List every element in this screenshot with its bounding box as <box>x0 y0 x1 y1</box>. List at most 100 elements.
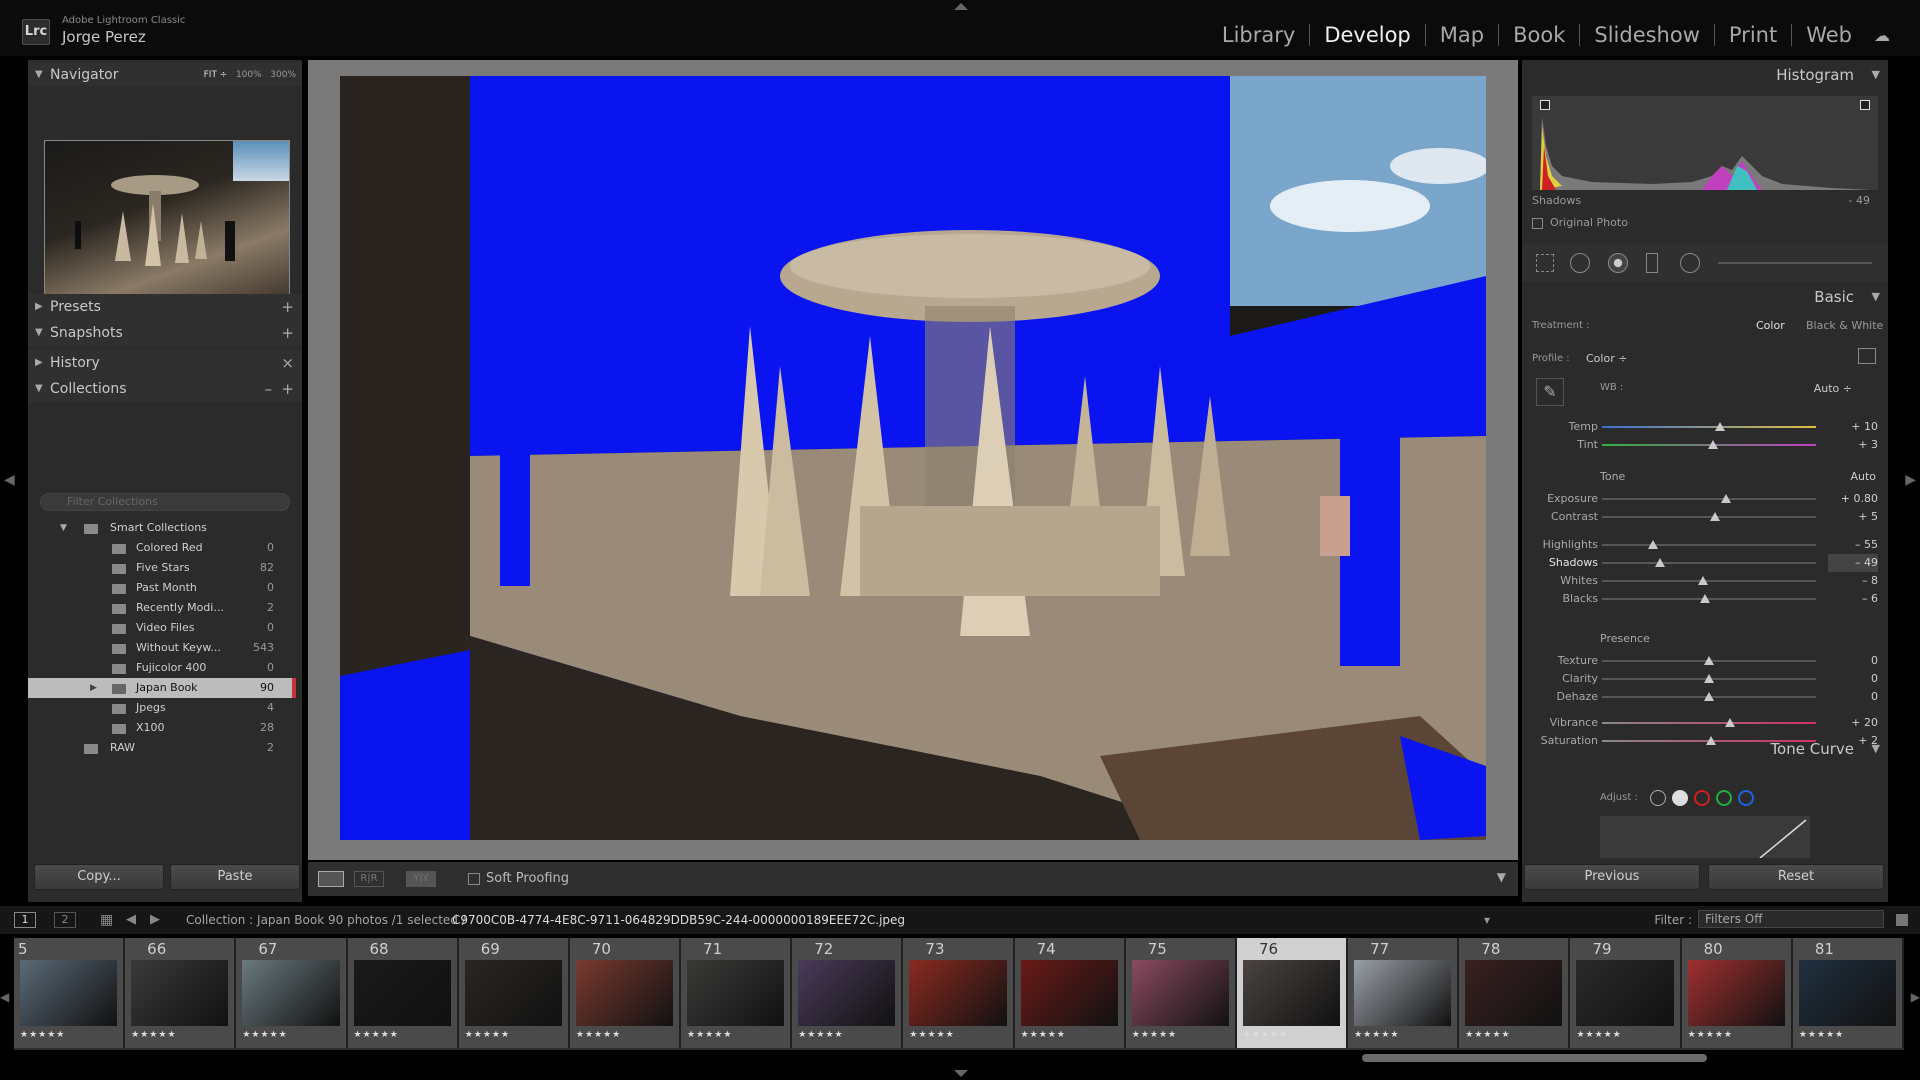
slider-value[interactable]: + 0.80 <box>1828 490 1878 508</box>
radial-filter-icon[interactable] <box>1680 253 1700 273</box>
filmstrip-thumbnail[interactable]: 68 ★★★★★ <box>347 938 459 1048</box>
navigator-header[interactable]: ▼ Navigator FIT ÷ 100% 300% <box>28 62 302 88</box>
slider-track[interactable] <box>1602 722 1816 724</box>
slider-track[interactable] <box>1602 498 1816 500</box>
slider-knob[interactable] <box>1697 576 1708 585</box>
reset-button[interactable]: Reset <box>1708 864 1884 890</box>
treatment-bw-option[interactable]: Black & White <box>1806 319 1883 332</box>
filmstrip-thumbnail[interactable]: 77 ★★★★★ <box>1348 938 1460 1048</box>
zoom-300[interactable]: 300% <box>270 70 296 80</box>
collection-recently-modified[interactable]: Recently Modi... 2 <box>28 598 296 618</box>
slider-knob[interactable] <box>1704 692 1714 701</box>
module-map[interactable]: Map <box>1426 24 1500 46</box>
slider-value[interactable]: + 20 <box>1828 714 1878 732</box>
zoom-fit[interactable]: FIT ÷ <box>204 70 228 80</box>
filmstrip-thumbnail[interactable]: 74 ★★★★★ <box>1014 938 1126 1048</box>
parametric-curve-icon[interactable] <box>1650 790 1666 806</box>
filter-lock-icon[interactable] <box>1896 914 1908 926</box>
slider-value[interactable]: + 5 <box>1828 508 1878 526</box>
photo-preview[interactable] <box>340 76 1486 840</box>
filmstrip-thumbnail[interactable]: 75 ★★★★★ <box>1125 938 1237 1048</box>
right-panel-toggle-icon[interactable]: ▶ <box>1905 472 1916 488</box>
collection-jpegs[interactable]: Jpegs 4 <box>28 698 296 718</box>
top-panel-toggle-icon[interactable] <box>954 3 968 10</box>
before-after-split-icon[interactable]: Y|Y <box>406 871 436 887</box>
filmstrip-thumbnail[interactable]: 79 ★★★★★ <box>1570 938 1682 1048</box>
filmstrip-thumbnail[interactable]: 78 ★★★★★ <box>1459 938 1571 1048</box>
collapse-triangle-icon[interactable]: ▼ <box>60 518 67 538</box>
blue-curve-icon[interactable] <box>1738 790 1754 806</box>
slider-knob[interactable] <box>1648 540 1659 549</box>
slider-knob[interactable] <box>1725 718 1736 727</box>
collection-x100[interactable]: X100 28 <box>28 718 296 738</box>
collections-filter-input[interactable]: Filter Collections <box>40 493 290 511</box>
collection-smart-collections[interactable]: ▼ Smart Collections <box>28 518 296 538</box>
filmstrip-thumbnail[interactable]: 73 ★★★★★ <box>903 938 1015 1048</box>
profile-dropdown[interactable]: Color ÷ <box>1586 352 1627 365</box>
slider-value[interactable]: – 55 <box>1828 536 1878 554</box>
collection-raw[interactable]: RAW 2 <box>28 738 296 758</box>
source-label[interactable]: Collection : Japan Book <box>186 913 324 927</box>
slider-knob[interactable] <box>1654 558 1665 567</box>
left-panel-toggle-icon[interactable]: ◀ <box>4 472 15 488</box>
slider-knob[interactable] <box>1714 422 1725 431</box>
slider-highlights[interactable]: Highlights – 55 <box>1522 536 1888 554</box>
slider-value[interactable]: – 8 <box>1828 572 1878 590</box>
filmstrip-thumbnail[interactable]: 5 ★★★★★ <box>14 938 126 1048</box>
filter-dropdown[interactable]: Filters Off <box>1698 910 1884 928</box>
module-slideshow[interactable]: Slideshow <box>1580 24 1715 46</box>
tone-auto-button[interactable]: Auto <box>1850 470 1876 483</box>
filmstrip-thumbnail[interactable]: 67 ★★★★★ <box>236 938 348 1048</box>
window-1-button[interactable]: 1 <box>14 912 36 928</box>
histogram-graph[interactable] <box>1532 96 1878 190</box>
slider-track[interactable] <box>1602 580 1816 582</box>
slider-dehaze[interactable]: Dehaze 0 <box>1522 688 1888 706</box>
collection-fujicolor-400[interactable]: Fujicolor 400 0 <box>28 658 296 678</box>
slider-vibrance[interactable]: Vibrance + 20 <box>1522 714 1888 732</box>
slider-value[interactable]: 0 <box>1828 652 1878 670</box>
collection-japan-book[interactable]: ▶ Japan Book 90 <box>28 678 296 698</box>
adjustment-brush-slider[interactable] <box>1718 262 1872 264</box>
navigator-preview[interactable] <box>44 140 290 306</box>
slider-knob[interactable] <box>1699 594 1710 603</box>
collection-video-files[interactable]: Video Files 0 <box>28 618 296 638</box>
wb-eyedropper-icon[interactable]: ✎ <box>1536 378 1564 406</box>
basic-header[interactable]: Basic ▼ <box>1522 284 1888 310</box>
rgb-curve-icon[interactable] <box>1672 790 1688 806</box>
collections-header[interactable]: ▼ Collections – + <box>28 376 302 402</box>
green-curve-icon[interactable] <box>1716 790 1732 806</box>
slider-track[interactable] <box>1602 426 1816 428</box>
toolbar-menu-icon[interactable]: ▼ <box>1497 870 1506 884</box>
expand-triangle-icon[interactable]: ▶ <box>90 678 97 698</box>
presets-header[interactable]: ▶ Presets + <box>28 294 302 320</box>
module-develop[interactable]: Develop <box>1310 24 1426 46</box>
filmstrip-thumbnail[interactable]: 69 ★★★★★ <box>458 938 570 1048</box>
filmstrip-thumbnail[interactable]: 71 ★★★★★ <box>681 938 793 1048</box>
snapshots-header[interactable]: ▼ Snapshots + <box>28 320 302 346</box>
histogram-header[interactable]: Histogram ▼ <box>1522 62 1888 88</box>
slider-texture[interactable]: Texture 0 <box>1522 652 1888 670</box>
filmstrip-scroll-right-icon[interactable]: ▶ <box>1911 990 1920 1004</box>
slider-value[interactable]: – 49 <box>1828 554 1878 572</box>
wb-dropdown[interactable]: Auto ÷ <box>1814 382 1852 395</box>
filmstrip-thumbnail[interactable]: 80 ★★★★★ <box>1681 938 1793 1048</box>
red-curve-icon[interactable] <box>1694 790 1710 806</box>
back-arrow-icon[interactable]: ◀ <box>126 912 136 927</box>
slider-track[interactable] <box>1602 516 1816 518</box>
red-eye-icon[interactable] <box>1608 253 1628 273</box>
slider-track[interactable] <box>1602 544 1816 546</box>
slider-value[interactable]: – 6 <box>1828 590 1878 608</box>
filmstrip-thumbnail[interactable]: 66 ★★★★★ <box>125 938 237 1048</box>
module-book[interactable]: Book <box>1499 24 1581 46</box>
slider-track[interactable] <box>1602 562 1816 564</box>
slider-blacks[interactable]: Blacks – 6 <box>1522 590 1888 608</box>
slider-exposure[interactable]: Exposure + 0.80 <box>1522 490 1888 508</box>
add-collection-icon[interactable]: + <box>281 376 294 402</box>
grid-view-icon[interactable]: ▦ <box>100 912 113 928</box>
clear-history-icon[interactable]: × <box>281 350 294 376</box>
slider-knob[interactable] <box>1708 440 1719 449</box>
spot-removal-icon[interactable] <box>1570 253 1590 273</box>
window-2-button[interactable]: 2 <box>54 912 76 928</box>
tone-curve-graph[interactable] <box>1600 816 1810 858</box>
zoom-100[interactable]: 100% <box>236 70 262 80</box>
